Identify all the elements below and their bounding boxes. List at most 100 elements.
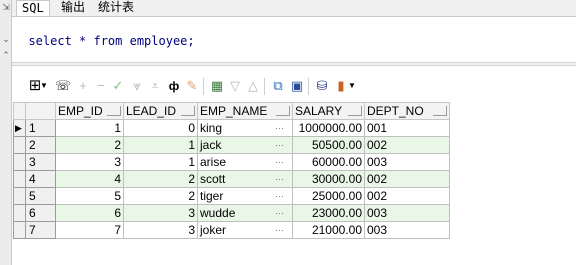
table-row[interactable]: 3 3 1 arise ··· 60000.00 003 — [13, 153, 450, 171]
cell-lead-id[interactable]: 3 — [123, 221, 198, 239]
cell-dept-no[interactable]: 003 — [364, 153, 450, 171]
ellipsis-icon[interactable]: ··· — [275, 121, 284, 136]
cell-lead-id[interactable]: 1 — [123, 136, 198, 154]
grid-corner[interactable] — [13, 102, 26, 120]
check-icon[interactable]: ✓ — [109, 77, 127, 95]
eraser-icon[interactable]: ✎ — [183, 77, 201, 95]
table-row[interactable]: 7 7 3 joker ··· 21000.00 003 — [13, 221, 450, 239]
ellipsis-icon[interactable]: ··· — [275, 223, 284, 238]
minus-icon[interactable]: − — [92, 77, 110, 95]
cell-salary[interactable]: 50500.00 — [292, 136, 365, 154]
column-header-salary[interactable]: SALARY — [292, 102, 365, 120]
chevron-up-icon[interactable]: △ — [244, 77, 262, 95]
cell-emp-name[interactable]: arise ··· — [197, 153, 293, 171]
sql-text[interactable]: select * from employee; — [28, 34, 194, 48]
row-number[interactable]: 5 — [25, 187, 56, 205]
cell-emp-id[interactable]: 5 — [55, 187, 124, 205]
cell-emp-id[interactable]: 3 — [55, 153, 124, 171]
cell-emp-name[interactable]: scott ··· — [197, 170, 293, 188]
cell-lead-id[interactable]: 1 — [123, 153, 198, 171]
cell-lead-id[interactable]: 3 — [123, 204, 198, 222]
column-header-dept-no[interactable]: DEPT_NO — [364, 102, 450, 120]
filter-down-icon[interactable]: ⩔ — [128, 77, 146, 95]
filter-icon[interactable]: ⩡ — [146, 77, 164, 95]
cell-dept-no[interactable]: 002 — [364, 187, 450, 205]
ellipsis-icon[interactable]: ··· — [275, 206, 284, 221]
row-number[interactable]: 2 — [25, 136, 56, 154]
table-row[interactable]: 5 5 2 tiger ··· 25000.00 002 — [13, 187, 450, 205]
table-row[interactable]: 6 6 3 wudde ··· 23000.00 003 — [13, 204, 450, 222]
cell-lead-id[interactable]: 2 — [123, 170, 198, 188]
sort-icon[interactable] — [348, 106, 362, 117]
dropdown-arrow-icon[interactable]: ▼ — [40, 77, 48, 95]
cell-salary[interactable]: 25000.00 — [292, 187, 365, 205]
row-number[interactable]: 3 — [25, 153, 56, 171]
chevron-down-icon[interactable]: ▽ — [226, 77, 244, 95]
cell-dept-no[interactable]: 001 — [364, 119, 450, 137]
plus-icon[interactable]: + — [74, 77, 92, 95]
cell-salary[interactable]: 1000000.00 — [292, 119, 365, 137]
cell-salary[interactable]: 21000.00 — [292, 221, 365, 239]
cell-emp-id[interactable]: 1 — [55, 119, 124, 137]
cell-salary[interactable]: 60000.00 — [292, 153, 365, 171]
row-indicator — [13, 136, 26, 154]
cell-emp-name[interactable]: king ··· — [197, 119, 293, 137]
cell-dept-no[interactable]: 002 — [364, 170, 450, 188]
tab-sql[interactable]: SQL — [16, 0, 50, 16]
column-header-emp-name[interactable]: EMP_NAME — [197, 102, 293, 120]
column-header-lead-id[interactable]: LEAD_ID — [123, 102, 198, 120]
cell-salary[interactable]: 30000.00 — [292, 170, 365, 188]
row-indicator — [13, 170, 26, 188]
tab-statistics[interactable]: 统计表 — [93, 0, 139, 16]
cell-emp-id[interactable]: 6 — [55, 204, 124, 222]
ellipsis-icon[interactable]: ··· — [275, 155, 284, 170]
cell-emp-name[interactable]: joker ··· — [197, 221, 293, 239]
table-row[interactable]: ▶ 1 1 0 king ··· 1000000.00 001 — [13, 119, 450, 137]
collapse-up-icon[interactable]: ⌃ — [1, 50, 11, 60]
cell-dept-no[interactable]: 002 — [364, 136, 450, 154]
database-icon[interactable]: ⛁ — [313, 77, 331, 95]
cell-emp-name[interactable]: jack ··· — [197, 136, 293, 154]
table-query-icon[interactable]: ▦ — [208, 77, 226, 95]
row-indicator — [13, 153, 26, 171]
header-row: EMP_ID LEAD_ID EMP_NAME SALARY DEPT_NO — [13, 102, 450, 120]
sort-icon[interactable] — [433, 106, 447, 117]
row-number-header — [25, 102, 56, 120]
cell-emp-name[interactable]: tiger ··· — [197, 187, 293, 205]
row-indicator — [13, 221, 26, 239]
dropdown-arrow-icon[interactable]: ▼ — [348, 77, 356, 95]
ellipsis-icon[interactable]: ··· — [275, 172, 284, 187]
row-number[interactable]: 6 — [25, 204, 56, 222]
row-number[interactable]: 4 — [25, 170, 56, 188]
cell-emp-id[interactable]: 2 — [55, 136, 124, 154]
cell-dept-no[interactable]: 003 — [364, 204, 450, 222]
binoculars-icon[interactable]: ф — [165, 77, 183, 95]
gutter-pin-icon[interactable]: ⇲ — [1, 2, 11, 12]
table-row[interactable]: 2 2 1 jack ··· 50500.00 002 — [13, 136, 450, 154]
sort-icon[interactable] — [276, 106, 290, 117]
collapse-down-icon[interactable]: ⌄ — [1, 34, 11, 44]
column-header-emp-id[interactable]: EMP_ID — [55, 102, 124, 120]
cell-salary[interactable]: 23000.00 — [292, 204, 365, 222]
cell-lead-id[interactable]: 0 — [123, 119, 198, 137]
sort-icon[interactable] — [107, 106, 121, 117]
lock-icon[interactable]: ☏ — [54, 77, 72, 95]
chart-edit-icon[interactable]: ⧉ — [269, 77, 287, 95]
save-icon[interactable]: ▣ — [288, 77, 306, 95]
sql-editor[interactable]: select * from employee; — [12, 16, 576, 62]
table-row[interactable]: 4 4 2 scott ··· 30000.00 002 — [13, 170, 450, 188]
row-indicator — [13, 204, 26, 222]
tab-output[interactable]: 输出 — [56, 0, 90, 16]
current-row-indicator-icon: ▶ — [13, 119, 26, 137]
row-number[interactable]: 1 — [25, 119, 56, 137]
ellipsis-icon[interactable]: ··· — [275, 189, 284, 204]
sort-icon[interactable] — [181, 106, 195, 117]
ellipsis-icon[interactable]: ··· — [275, 138, 284, 153]
results-panel: ⊞ ▼ ☏ + − ✓ ⩔ ⩡ ф ✎ ▦ ▽ △ ⧉ ▣ ⛁ ▮ ▼ EMP_… — [12, 66, 576, 265]
cell-emp-id[interactable]: 4 — [55, 170, 124, 188]
cell-emp-id[interactable]: 7 — [55, 221, 124, 239]
cell-emp-name[interactable]: wudde ··· — [197, 204, 293, 222]
cell-dept-no[interactable]: 003 — [364, 221, 450, 239]
cell-lead-id[interactable]: 2 — [123, 187, 198, 205]
row-number[interactable]: 7 — [25, 221, 56, 239]
